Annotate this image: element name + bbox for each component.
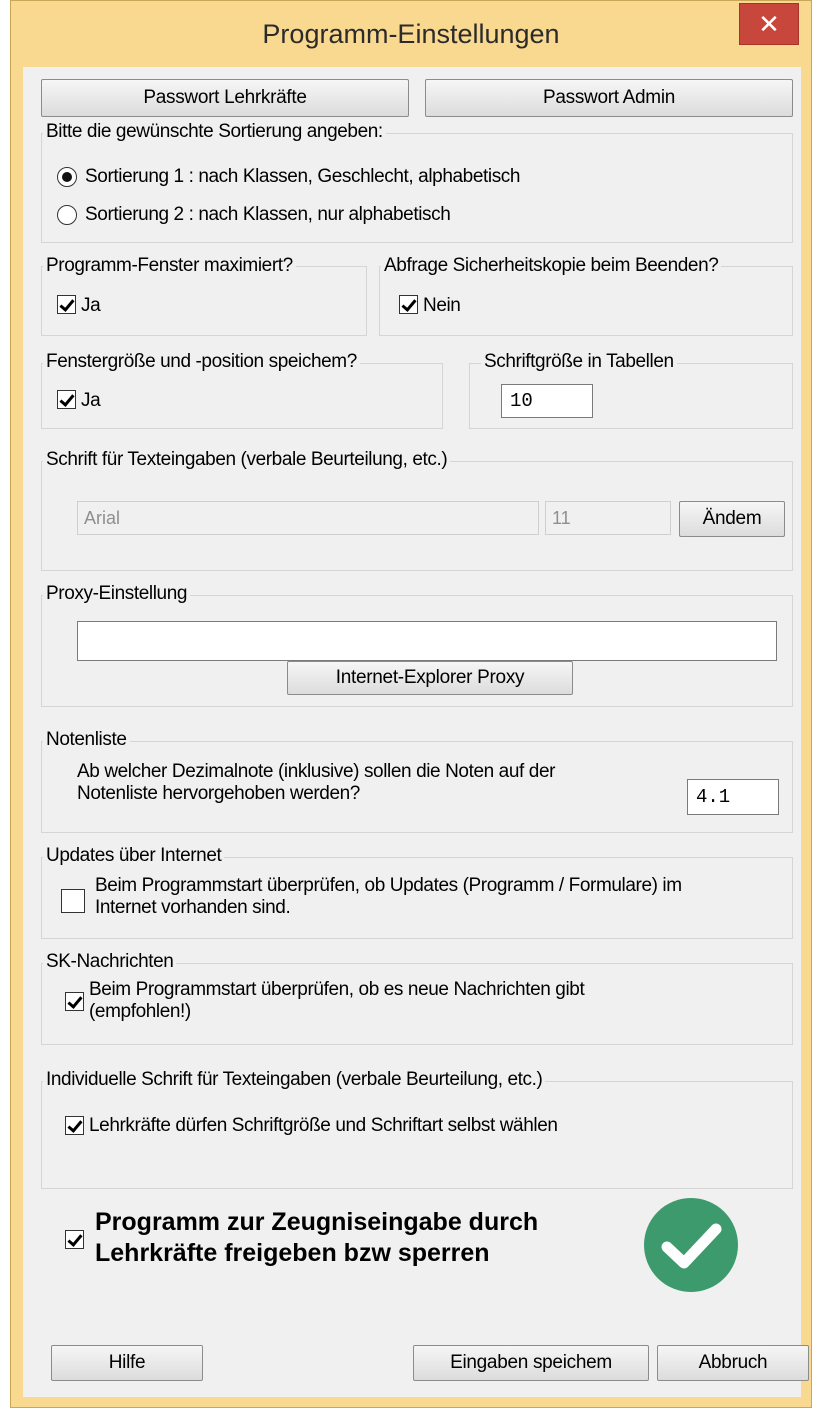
sorting-option-2-radio[interactable] (57, 205, 77, 225)
individual-font-checkbox[interactable] (65, 1116, 84, 1135)
messages-label: SK-Nachrichten (43, 951, 177, 973)
updates-text-line1[interactable]: Beim Programmstart überprüfen, ob Update… (95, 875, 682, 897)
change-font-button[interactable]: Ändem (679, 501, 785, 537)
messages-checkbox[interactable] (65, 992, 84, 1011)
grade-list-label: Notenliste (43, 729, 130, 751)
proxy-label: Proxy-Einstellung (43, 583, 191, 605)
sorting-group (41, 133, 793, 243)
individual-font-checkbox-label[interactable]: Lehrkräfte dürfen Schriftgröße und Schri… (89, 1115, 558, 1137)
close-button[interactable]: ✕ (739, 3, 799, 45)
sorting-label: Bitte die gewünschte Sortierung angeben: (43, 121, 386, 143)
password-teachers-button[interactable]: Passwort Lehrkräfte (41, 79, 409, 117)
backup-prompt-checkbox-label[interactable]: Nein (423, 295, 461, 317)
sorting-option-1-radio[interactable] (57, 167, 77, 187)
grade-list-question-line2: Notenliste hervorgehoben werden? (77, 783, 360, 804)
text-font-size-field: 11 (545, 501, 671, 535)
updates-label: Updates über Internet (43, 845, 225, 867)
updates-checkbox[interactable] (61, 889, 85, 913)
dialog-client-area: Passwort Lehrkräfte Passwort Admin Bitte… (23, 67, 809, 1397)
grade-list-question-line1: Ab welcher Dezimalnote (inklusive) solle… (77, 761, 556, 782)
release-checkbox[interactable] (65, 1230, 84, 1249)
save-button[interactable]: Eingaben speichem (413, 1345, 649, 1381)
ie-proxy-button[interactable]: Internet-Explorer Proxy (287, 661, 573, 695)
password-admin-button[interactable]: Passwort Admin (425, 79, 793, 117)
title-bar[interactable]: Programm-Einstellungen ✕ (11, 1, 811, 67)
checkmark-status-icon (643, 1197, 739, 1293)
backup-prompt-label: Abfrage Sicherheitskopie beim Beenden? (381, 255, 722, 277)
backup-prompt-checkbox[interactable] (399, 295, 418, 314)
settings-window: Programm-Einstellungen ✕ Passwort Lehrkr… (10, 0, 812, 1408)
individual-font-label: Individuelle Schrift für Texteingaben (v… (43, 1069, 546, 1091)
table-font-size-label: Schriftgröße in Tabellen (481, 351, 677, 373)
release-text-line2[interactable]: Lehrkräfte freigeben bzw sperren (95, 1238, 490, 1269)
updates-text-line2[interactable]: Internet vorhanden sind. (95, 897, 291, 919)
messages-text-line2[interactable]: (empfohlen!) (89, 1001, 191, 1023)
cancel-button[interactable]: Abbruch (657, 1345, 809, 1381)
text-font-name-field: Arial (77, 501, 539, 535)
release-text-line1[interactable]: Programm zur Zeugniseingabe durch (95, 1207, 538, 1238)
window-save-label: Fenstergröße und -position speichem? (43, 351, 360, 373)
help-button[interactable]: Hilfe (51, 1345, 203, 1381)
table-font-size-input[interactable]: 10 (501, 384, 593, 418)
maximized-checkbox[interactable] (57, 295, 76, 314)
sorting-option-1-label[interactable]: Sortierung 1 : nach Klassen, Geschlecht,… (85, 166, 520, 188)
window-title: Programm-Einstellungen (262, 19, 560, 49)
proxy-input[interactable] (77, 621, 777, 661)
maximized-checkbox-label[interactable]: Ja (81, 295, 101, 317)
text-font-label: Schrift für Texteingaben (verbale Beurte… (43, 449, 451, 471)
messages-text-line1[interactable]: Beim Programmstart überprüfen, ob es neu… (89, 979, 585, 1001)
maximized-label: Programm-Fenster maximiert? (43, 255, 296, 277)
sorting-option-2-label[interactable]: Sortierung 2 : nach Klassen, nur alphabe… (85, 204, 451, 226)
window-save-checkbox-label[interactable]: Ja (81, 390, 101, 412)
window-save-checkbox[interactable] (57, 390, 76, 409)
grade-threshold-input[interactable]: 4.1 (687, 779, 779, 815)
